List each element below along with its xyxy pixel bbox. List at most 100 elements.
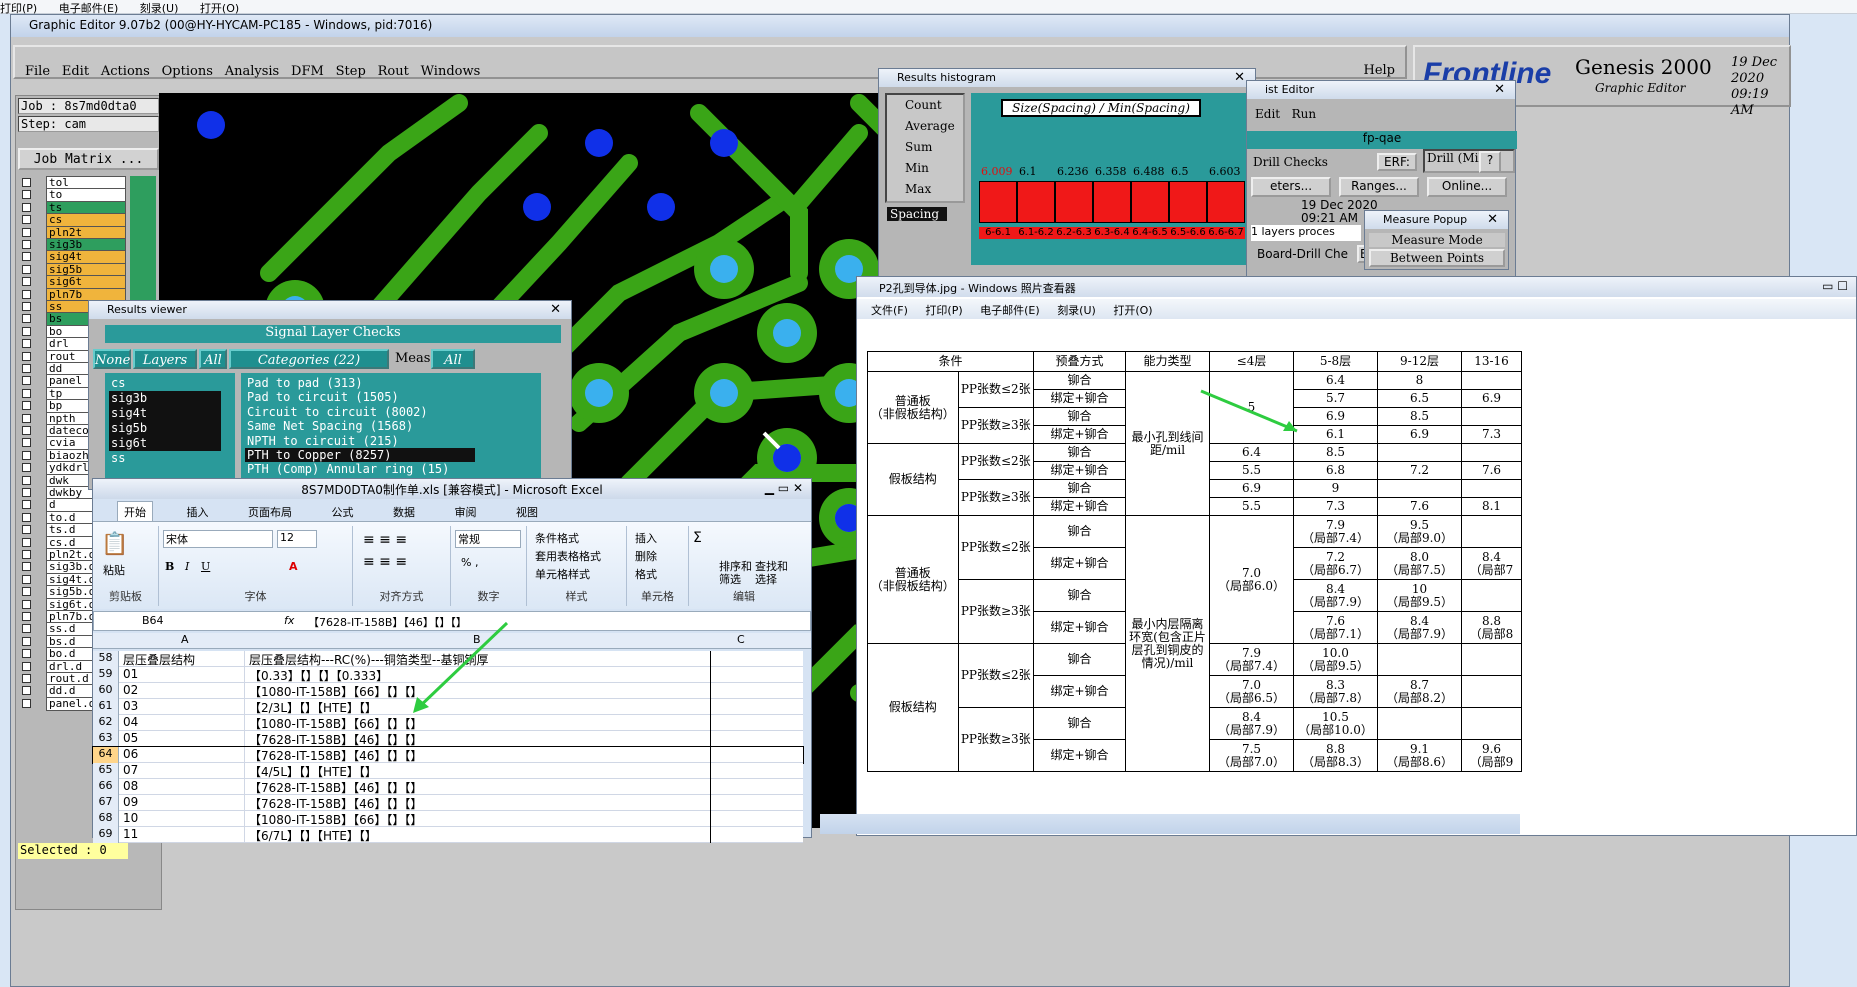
font-color-icon[interactable]: A	[289, 560, 298, 573]
layer-item[interactable]: sig4t	[109, 406, 221, 421]
results-categories-list[interactable]: Pad to pad (313) Pad to circuit (1505) C…	[241, 373, 541, 485]
layer-checkbox[interactable]	[22, 264, 31, 274]
menu-file[interactable]: 文件(F)	[871, 299, 908, 318]
row-number[interactable]: 61	[93, 699, 119, 715]
tab-review[interactable]: 审阅	[449, 502, 483, 522]
layer-item[interactable]: ss	[111, 451, 125, 465]
layer-checkbox[interactable]	[22, 413, 31, 423]
option-min[interactable]: Min	[905, 158, 963, 179]
histogram-bar[interactable]	[979, 181, 1017, 223]
layer-checkbox[interactable]	[22, 488, 31, 497]
tab-home[interactable]: 开始	[117, 501, 153, 522]
layer-checkbox[interactable]	[22, 438, 31, 448]
layer-checkbox[interactable]	[22, 649, 31, 659]
layer-checkbox[interactable]	[22, 302, 31, 311]
layer-checkbox[interactable]	[22, 215, 31, 225]
category-item[interactable]: Pad to circuit (1505)	[247, 390, 541, 404]
layer-checkbox[interactable]	[22, 314, 31, 324]
font-size-select[interactable]: 12	[277, 530, 317, 548]
row-number[interactable]: 68	[93, 811, 119, 827]
row-number[interactable]: 64	[93, 747, 119, 763]
insert-button[interactable]: 插入	[635, 530, 657, 546]
layer-checkbox[interactable]	[22, 475, 31, 485]
option-max[interactable]: Max	[905, 179, 963, 200]
menu-email[interactable]: 电子邮件(E)	[980, 299, 1040, 318]
layer-checkbox[interactable]	[22, 525, 31, 535]
category-item-selected[interactable]: PTH to Copper (8257)	[245, 448, 475, 463]
layer-checkbox[interactable]	[22, 376, 31, 386]
layer-checkbox[interactable]	[22, 178, 31, 187]
menu-print[interactable]: 打印(P)	[925, 299, 962, 318]
erf-value[interactable]: Drill (Mil	[1423, 149, 1515, 173]
cell-a[interactable]: 11	[121, 827, 245, 843]
all-button[interactable]: All	[199, 349, 227, 369]
sort-filter-button[interactable]: 排序和 筛选	[719, 560, 752, 586]
cell-a[interactable]: 层压叠层结构	[121, 651, 245, 667]
layer-checkbox[interactable]	[22, 599, 31, 609]
layer-checkbox[interactable]	[22, 277, 31, 287]
tab-page-layout[interactable]: 页面布局	[242, 502, 298, 522]
layer-checkbox[interactable]	[22, 364, 31, 373]
cell-b[interactable]: 【7628-IT-158B】【46】【】【】	[247, 795, 711, 811]
align-icon[interactable]: ≡ ≡ ≡	[363, 532, 407, 548]
delete-button[interactable]: 删除	[635, 548, 657, 564]
layer-checkbox[interactable]	[22, 289, 31, 299]
layer-item[interactable]: sig6t	[109, 436, 221, 451]
categories-button[interactable]: Categories (22)	[229, 349, 389, 369]
table-row[interactable]: 64 06 【7628-IT-158B】【46】【】【】	[92, 746, 804, 764]
menu-analysis[interactable]: Analysis	[225, 64, 280, 79]
menu-help[interactable]: Help	[1363, 63, 1395, 78]
fx-icon[interactable]: fx	[284, 614, 294, 627]
layer-checkbox[interactable]	[22, 574, 31, 584]
number-format-select[interactable]: 常规	[455, 530, 521, 548]
cell-a[interactable]: 04	[121, 715, 245, 731]
percent-icon[interactable]: % ,	[461, 556, 478, 569]
none-button[interactable]: None	[93, 349, 131, 369]
histogram-bar[interactable]	[1055, 181, 1093, 223]
online-button[interactable]: Online...	[1427, 177, 1507, 197]
histogram-bar[interactable]	[1131, 181, 1169, 223]
layer-checkbox[interactable]	[22, 351, 31, 361]
histogram-bar[interactable]	[1017, 181, 1055, 223]
cell-a[interactable]: 07	[121, 763, 245, 779]
layer-checkbox[interactable]	[22, 686, 31, 696]
menu-file[interactable]: File	[25, 64, 50, 79]
italic-icon[interactable]: I	[185, 560, 189, 573]
cell-a[interactable]: 09	[121, 795, 245, 811]
ranges-button[interactable]: Ranges...	[1339, 177, 1419, 197]
close-icon[interactable]: ✕	[550, 302, 561, 317]
params-button[interactable]: eters...	[1251, 177, 1331, 197]
window-controls[interactable]: ▁ ▭ ✕	[765, 481, 803, 495]
cell-b[interactable]: 【6/7L】【】【HTE】【】	[247, 827, 711, 843]
option-count[interactable]: Count	[905, 95, 963, 116]
cell-a[interactable]: 02	[121, 683, 245, 699]
close-icon[interactable]: ✕	[1487, 212, 1498, 227]
cell-reference[interactable]: B64	[142, 614, 164, 627]
row-number[interactable]: 65	[93, 763, 119, 779]
cell-a[interactable]: 01	[121, 667, 245, 683]
table-row[interactable]: 67 09 【7628-IT-158B】【46】【】【】	[93, 795, 803, 811]
help-icon[interactable]: ?	[1479, 151, 1501, 173]
layer-item[interactable]: cs	[111, 376, 125, 390]
layer-checkbox[interactable]	[22, 612, 31, 621]
drill-checks-label[interactable]: Drill Checks	[1253, 155, 1328, 169]
row-number[interactable]: 60	[93, 683, 119, 699]
cell-a[interactable]: 08	[121, 779, 245, 795]
cell-style-button[interactable]: 单元格样式	[535, 566, 590, 582]
histogram-bar[interactable]	[1093, 181, 1131, 223]
category-item[interactable]: Same Net Spacing (1568)	[247, 419, 541, 433]
menu-edit[interactable]: Edit	[1255, 107, 1280, 121]
layer-checkbox[interactable]	[22, 190, 31, 200]
layer-checkbox[interactable]	[22, 450, 31, 460]
board-drill-check[interactable]: Board-Drill Che	[1257, 247, 1348, 261]
layer-item[interactable]: sig3b	[109, 391, 221, 406]
row-number[interactable]: 62	[93, 715, 119, 731]
row-number[interactable]: 63	[93, 731, 119, 747]
close-icon[interactable]: ✕	[1494, 82, 1505, 97]
paste-icon[interactable]: 📋	[101, 532, 128, 557]
tab-view[interactable]: 视图	[510, 502, 544, 522]
layer-checkbox[interactable]	[22, 562, 31, 572]
table-row[interactable]: 63 05 【7628-IT-158B】【46】【】【】	[93, 731, 803, 747]
cell-a[interactable]: 10	[121, 811, 245, 827]
align-icon[interactable]: ≡ ≡ ≡	[363, 554, 407, 570]
